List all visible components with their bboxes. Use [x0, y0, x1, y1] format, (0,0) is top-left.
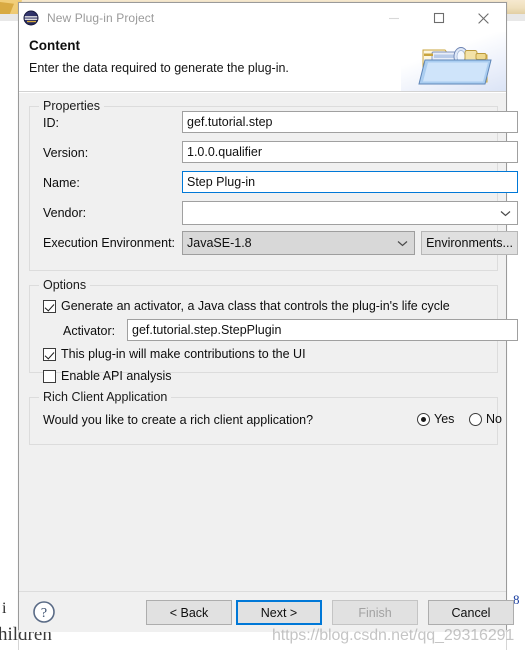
maximize-icon — [433, 12, 444, 24]
radio-button-circle — [417, 412, 430, 426]
wizard-header: Content Enter the data required to gener… — [19, 32, 506, 92]
activator-input-value: gef.tutorial.step.StepPlugin — [132, 322, 282, 337]
activator-input[interactable]: gef.tutorial.step.StepPlugin — [127, 319, 518, 341]
environments-button[interactable]: Environments... — [421, 231, 518, 255]
maximize-button[interactable] — [416, 3, 461, 33]
execution-environment-combo[interactable]: JavaSE-1.8 — [182, 231, 415, 255]
radio-button-circle — [469, 412, 482, 426]
vendor-combo[interactable] — [182, 201, 518, 225]
name-input[interactable]: Step Plug-in — [182, 171, 518, 193]
id-input-value: gef.tutorial.step — [187, 114, 273, 129]
dialog-body: Properties ID: gef.tutorial.step Version… — [19, 92, 518, 591]
finish-button[interactable]: Finish — [332, 600, 418, 625]
execution-environment-value: JavaSE-1.8 — [187, 236, 252, 250]
ui-contributions-checkbox[interactable]: This plug-in will make contributions to … — [43, 347, 306, 361]
rich-client-group-label: Rich Client Application — [39, 390, 172, 404]
dialog-title: New Plug-in Project — [47, 11, 155, 25]
id-label: ID: — [43, 116, 59, 130]
next-button-label: Next > — [260, 605, 298, 620]
rich-client-no-radio[interactable]: No — [469, 412, 502, 426]
close-button[interactable] — [461, 3, 506, 33]
back-button-label: < Back — [169, 605, 209, 620]
next-button[interactable]: Next > — [236, 600, 322, 625]
version-input[interactable]: 1.0.0.qualifier — [182, 141, 518, 163]
id-input[interactable]: gef.tutorial.step — [182, 111, 518, 133]
checkbox-box — [43, 299, 56, 313]
execution-environment-label: Execution Environment: — [43, 236, 176, 250]
dialog-titlebar[interactable]: New Plug-in Project — [19, 3, 506, 33]
chevron-down-icon — [394, 232, 410, 254]
back-button[interactable]: < Back — [146, 600, 232, 625]
finish-button-label: Finish — [358, 605, 392, 620]
minimize-icon — [388, 17, 399, 20]
environments-button-label: Environments... — [426, 236, 513, 250]
cancel-button[interactable]: Cancel — [428, 600, 514, 625]
cancel-button-label: Cancel — [451, 605, 491, 620]
minimize-button[interactable] — [371, 3, 416, 33]
checkbox-box — [43, 347, 56, 361]
close-icon — [478, 12, 489, 24]
page-title: Content — [29, 38, 80, 53]
name-input-value: Step Plug-in — [187, 174, 256, 189]
svg-text:?: ? — [41, 606, 47, 621]
name-label: Name: — [43, 176, 80, 190]
plugin-folder-icon — [401, 32, 506, 91]
options-group-label: Options — [39, 278, 91, 292]
version-label: Version: — [43, 146, 89, 160]
checkbox-box — [43, 369, 56, 383]
background-left-column — [0, 21, 19, 650]
generate-activator-checkbox[interactable]: Generate an activator, a Java class that… — [43, 299, 450, 313]
generate-activator-label: Generate an activator, a Java class that… — [61, 299, 450, 313]
chevron-down-icon — [497, 202, 513, 224]
version-input-value: 1.0.0.qualifier — [187, 144, 263, 159]
properties-group-label: Properties — [39, 99, 104, 113]
api-analysis-checkbox[interactable]: Enable API analysis — [43, 369, 172, 383]
eclipse-icon — [23, 10, 39, 26]
dialog-footer: ? < Back Next > Finish Cancel — [19, 591, 514, 632]
api-analysis-label: Enable API analysis — [61, 369, 172, 383]
background-text-fragment-1: i — [2, 600, 7, 617]
vendor-label: Vendor: — [43, 206, 87, 220]
rich-client-yes-radio[interactable]: Yes — [417, 412, 454, 426]
activator-label: Activator: — [63, 324, 116, 338]
new-plugin-project-dialog: New Plug-in Project Content Enter the da… — [18, 2, 518, 632]
rich-client-no-label: No — [486, 412, 502, 426]
rich-client-question: Would you like to create a rich client a… — [43, 413, 314, 427]
page-description: Enter the data required to generate the … — [29, 61, 289, 75]
help-question-icon[interactable]: ? — [32, 600, 56, 624]
rich-client-yes-label: Yes — [434, 412, 455, 426]
ui-contributions-label: This plug-in will make contributions to … — [61, 347, 306, 361]
